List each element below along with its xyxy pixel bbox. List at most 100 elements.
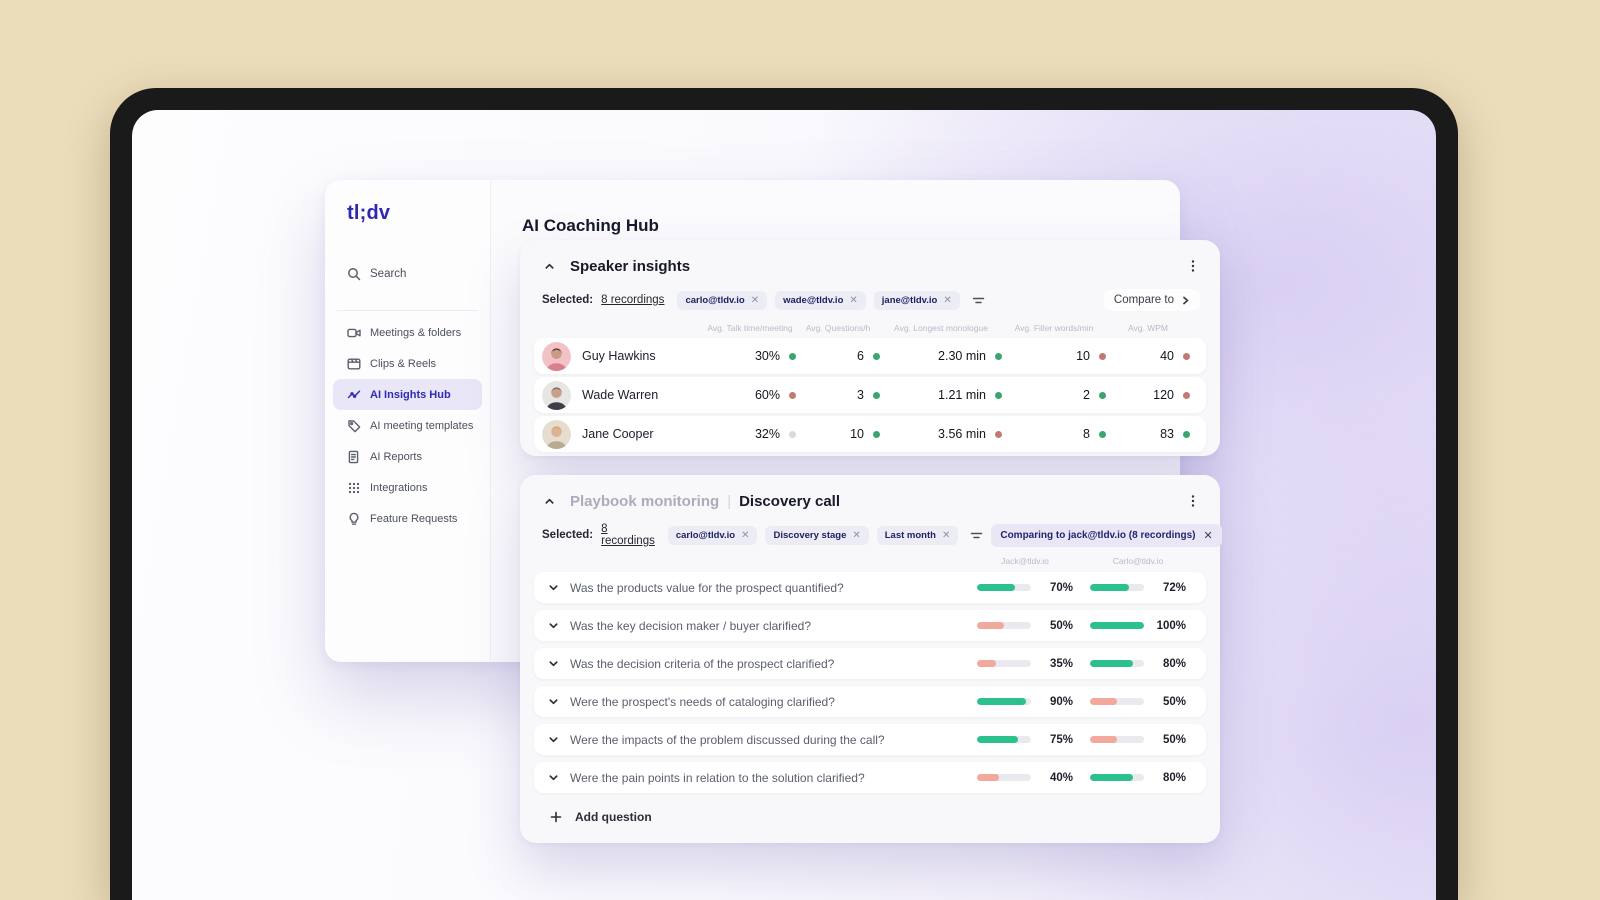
- comparing-chip[interactable]: Comparing to jack@tldv.io (8 recordings)…: [991, 523, 1222, 547]
- score-left: 90%: [977, 696, 1073, 708]
- question-text: Were the impacts of the problem discusse…: [570, 732, 885, 747]
- question-row[interactable]: Was the key decision maker / buyer clari…: [534, 610, 1206, 641]
- playbook-col-left: Jack@tldv.io: [1001, 556, 1049, 566]
- compare-to-button[interactable]: Compare to: [1103, 289, 1200, 311]
- progress-fill: [1090, 736, 1117, 743]
- filter-chip[interactable]: Discovery stage ✕: [765, 525, 869, 545]
- metric-value: 6: [857, 349, 864, 363]
- percent-label: 75%: [1049, 733, 1073, 746]
- playbook-filter-button[interactable]: [970, 529, 983, 542]
- playbook-menu-button[interactable]: [1186, 494, 1200, 508]
- sidebar: tl;dv Search Meetings & folders Clips & R…: [325, 180, 491, 662]
- sidebar-item-label: AI Insights Hub: [370, 388, 451, 401]
- progress-bar: [1090, 698, 1144, 705]
- chevron-up-icon: [544, 498, 554, 504]
- chevron-down-icon[interactable]: [548, 620, 559, 631]
- metric-value: 60%: [754, 388, 780, 402]
- sidebar-item-ai-insights-hub[interactable]: AI Insights Hub: [333, 379, 482, 410]
- progress-bar: [977, 660, 1031, 667]
- chevron-down-icon[interactable]: [548, 658, 559, 669]
- speaker-row[interactable]: Guy Hawkins 30% 6 2.30 min 10 40: [534, 338, 1206, 374]
- speaker-filter-button[interactable]: [972, 294, 985, 307]
- sidebar-item-ai-reports[interactable]: AI Reports: [333, 441, 482, 472]
- percent-label: 70%: [1049, 581, 1073, 594]
- percent-label: 80%: [1162, 657, 1186, 670]
- playbook-title-separator: |: [727, 492, 732, 510]
- progress-bar: [1090, 622, 1144, 629]
- speaker-menu-button[interactable]: [1186, 259, 1200, 273]
- progress-fill: [977, 584, 1015, 591]
- tldv-logo: tl;dv: [347, 202, 391, 224]
- comparing-chip-label: Comparing to jack@tldv.io (8 recordings): [1000, 529, 1196, 541]
- question-row[interactable]: Were the pain points in relation to the …: [534, 762, 1206, 793]
- sidebar-divider: [337, 310, 478, 311]
- sidebar-item-ai-meeting-templates[interactable]: AI meeting templates: [333, 410, 482, 441]
- speaker-chips: carlo@tldv.io ✕ wade@tldv.io ✕ jane@tldv.io ✕: [677, 290, 960, 310]
- filter-chip[interactable]: carlo@tldv.io ✕: [667, 525, 758, 545]
- chevron-down-icon[interactable]: [548, 734, 559, 745]
- compare-to-label: Compare to: [1113, 294, 1174, 306]
- metric-value: 32%: [754, 427, 780, 441]
- progress-fill: [1090, 774, 1134, 781]
- close-icon[interactable]: ✕: [852, 530, 860, 541]
- search-button[interactable]: Search: [347, 264, 490, 284]
- status-dot: [1099, 391, 1106, 399]
- percent-label: 50%: [1049, 619, 1073, 632]
- integrations-icon: [347, 481, 361, 495]
- chevron-right-icon: [1183, 296, 1189, 304]
- status-dot: [789, 391, 796, 399]
- filter-chip[interactable]: Last month ✕: [876, 525, 959, 545]
- question-row[interactable]: Was the decision criteria of the prospec…: [534, 648, 1206, 679]
- progress-bar: [1090, 774, 1144, 781]
- close-icon[interactable]: ✕: [741, 530, 749, 541]
- percent-label: 100%: [1156, 619, 1186, 632]
- metric-cell: 2.30 min: [880, 349, 1002, 363]
- progress-bar: [977, 622, 1031, 629]
- device-frame: tl;dv Search Meetings & folders Clips & R…: [110, 88, 1458, 900]
- add-question-button[interactable]: Add question: [520, 800, 1220, 824]
- progress-bar: [977, 584, 1031, 591]
- speaker-insights-header: Speaker insights: [520, 240, 1220, 279]
- filter-chip[interactable]: carlo@tldv.io ✕: [677, 290, 768, 310]
- sidebar-item-feature-requests[interactable]: Feature Requests: [333, 503, 482, 534]
- status-dot: [1183, 352, 1190, 360]
- collapse-speaker-button[interactable]: [542, 259, 556, 273]
- sidebar-item-integrations[interactable]: Integrations: [333, 472, 482, 503]
- speaker-row[interactable]: Wade Warren 60% 3 1.21 min 2 120: [534, 377, 1206, 413]
- close-icon[interactable]: ✕: [849, 295, 857, 306]
- progress-fill: [1090, 698, 1117, 705]
- meetings-icon: [347, 326, 361, 340]
- close-icon[interactable]: ✕: [942, 530, 950, 541]
- playbook-header: Playbook monitoring | Discovery call: [520, 475, 1220, 514]
- status-dot: [873, 391, 880, 399]
- speaker-name: Wade Warren: [582, 388, 659, 402]
- close-icon[interactable]: ✕: [943, 295, 951, 306]
- chevron-down-icon[interactable]: [548, 696, 559, 707]
- filter-chip[interactable]: jane@tldv.io ✕: [873, 290, 960, 310]
- selected-count-link[interactable]: 8 recordings: [601, 523, 655, 547]
- speaker-row[interactable]: Jane Cooper 32% 10 3.56 min 8 83: [534, 416, 1206, 452]
- collapse-playbook-button[interactable]: [542, 494, 556, 508]
- question-row[interactable]: Was the products value for the prospect …: [534, 572, 1206, 603]
- speaker-rows: Guy Hawkins 30% 6 2.30 min 10 40 Wade Warren 60…: [520, 338, 1220, 452]
- playbook-title-name: Discovery call: [739, 492, 840, 510]
- selected-count-link[interactable]: 8 recordings: [601, 294, 664, 306]
- question-text: Were the prospect's needs of cataloging …: [570, 694, 835, 709]
- filter-icon: [971, 532, 983, 538]
- close-icon[interactable]: ✕: [1204, 529, 1213, 542]
- score-left: 75%: [977, 734, 1073, 746]
- chevron-down-icon[interactable]: [548, 582, 559, 593]
- question-row[interactable]: Were the impacts of the problem discusse…: [534, 724, 1206, 755]
- progress-fill: [977, 736, 1018, 743]
- avatar: [542, 341, 571, 371]
- chevron-down-icon[interactable]: [548, 772, 559, 783]
- filter-chip[interactable]: wade@tldv.io ✕: [775, 290, 866, 310]
- sidebar-item-meetings-folders[interactable]: Meetings & folders: [333, 317, 482, 348]
- playbook-column-headers: Jack@tldv.io Carlo@tldv.io: [520, 546, 1220, 568]
- column-header: Avg. Talk time/meeting: [707, 323, 793, 333]
- sidebar-item-clips-reels[interactable]: Clips & Reels: [333, 348, 482, 379]
- score-right: 72%: [1090, 582, 1186, 594]
- close-icon[interactable]: ✕: [751, 295, 759, 306]
- question-row[interactable]: Were the prospect's needs of cataloging …: [534, 686, 1206, 717]
- progress-fill: [1090, 660, 1134, 667]
